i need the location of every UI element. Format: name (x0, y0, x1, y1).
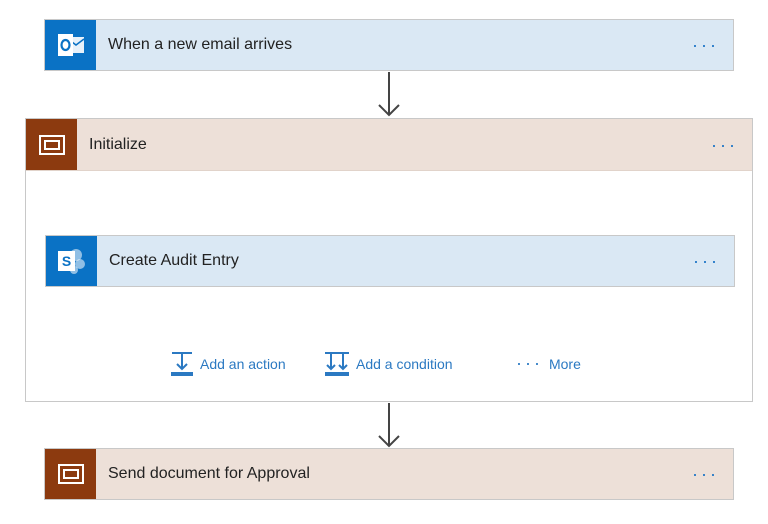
trigger-menu-button[interactable]: ··· (692, 36, 719, 54)
add-condition-button[interactable]: Add a condition (324, 351, 453, 377)
sharepoint-icon: S (46, 236, 97, 286)
flow-arrow-2 (378, 403, 400, 448)
flow-arrow-1 (378, 72, 400, 117)
action-title: Create Audit Entry (109, 252, 239, 269)
scope-icon (45, 449, 96, 499)
add-action-label: Add an action (200, 356, 286, 372)
trigger-title: When a new email arrives (108, 36, 293, 53)
more-dots-icon: ··· (516, 353, 543, 373)
final-action-title: Send document for Approval (108, 465, 310, 482)
final-action-menu-button[interactable]: ··· (692, 465, 719, 483)
add-condition-label: Add a condition (356, 356, 453, 372)
more-label: More (548, 355, 581, 372)
scope-initialize: Initialize ··· S Create Audit Entry ··· … (25, 118, 753, 402)
add-step-row: Add an action Add a condition ··· More (26, 351, 752, 379)
add-condition-icon (325, 352, 349, 376)
trigger-card-email[interactable]: When a new email arrives ··· (44, 19, 734, 71)
scope-header[interactable]: Initialize ··· (26, 119, 752, 171)
more-button[interactable]: ··· More (516, 353, 581, 374)
action-card-send-document-for-approval[interactable]: Send document for Approval ··· (44, 448, 734, 500)
add-action-button[interactable]: Add an action (170, 351, 286, 377)
action-menu-button[interactable]: ··· (693, 252, 720, 270)
svg-text:S: S (61, 253, 70, 269)
add-action-icon (171, 352, 193, 376)
scope-title: Initialize (89, 135, 147, 153)
scope-icon (26, 119, 77, 170)
action-card-create-audit-entry[interactable]: S Create Audit Entry ··· (45, 235, 735, 287)
outlook-icon (45, 20, 96, 70)
scope-menu-button[interactable]: ··· (711, 136, 738, 154)
